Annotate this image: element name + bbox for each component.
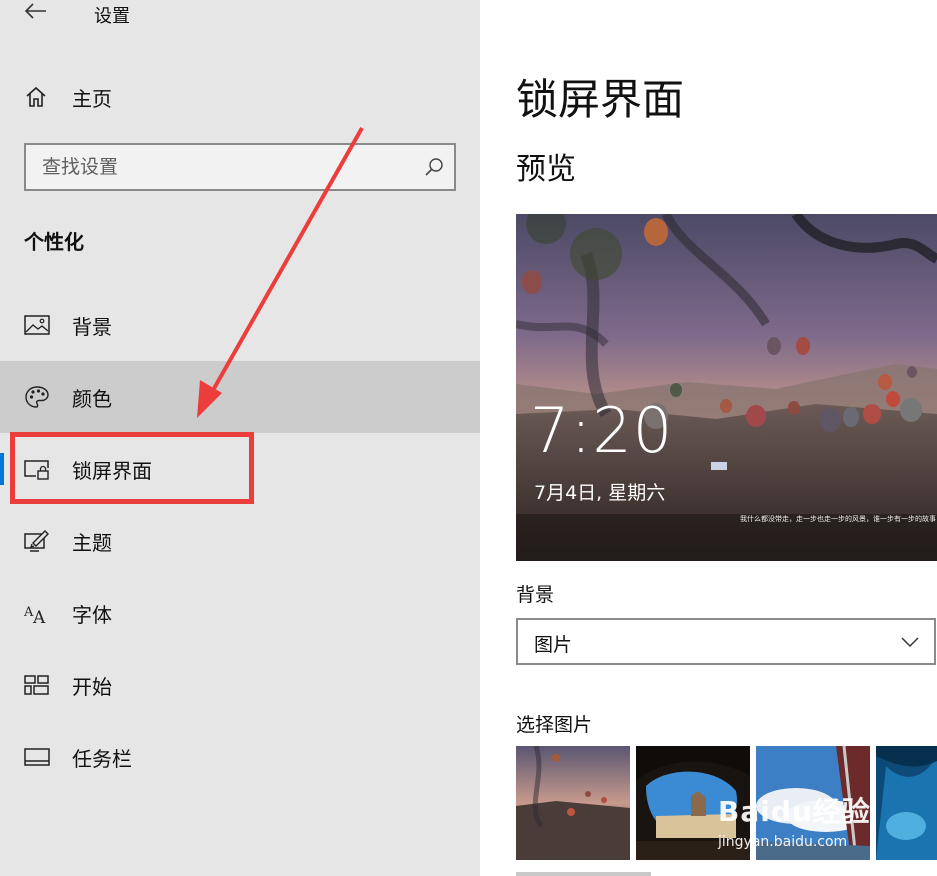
lock-screen-icon: [24, 460, 49, 480]
thumbnail-selection-underline: [516, 872, 651, 876]
svg-text:A: A: [32, 608, 46, 625]
page-title: 锁屏界面: [516, 75, 685, 124]
preview-background-image: [516, 214, 937, 561]
start-icon: [24, 675, 49, 695]
watermark-url: jingyan.baidu.com: [718, 834, 848, 850]
nav-label-themes: 主题: [72, 530, 112, 555]
lock-screen-caption: 我什么都没带走，走一步也走一步的风景，谁一步有一步的故事: [740, 515, 936, 523]
back-arrow-icon: [25, 3, 46, 19]
nav-item-lock-screen[interactable]: 锁屏界面: [0, 433, 480, 505]
theme-icon: [24, 530, 49, 552]
nav-item-colors[interactable]: 颜色: [0, 361, 480, 433]
watermark-brand: Baidu经验: [718, 795, 871, 828]
home-label: 主页: [72, 86, 112, 111]
lock-screen-date: 7月4日, 星期六: [534, 482, 666, 504]
nav-item-fonts[interactable]: A A 字体: [0, 577, 480, 649]
back-button[interactable]: [24, 0, 48, 22]
nav-item-taskbar[interactable]: 任务栏: [0, 721, 480, 793]
search-input[interactable]: [26, 145, 454, 189]
choose-picture-label: 选择图片: [516, 714, 593, 736]
nav-label-fonts: 字体: [72, 602, 112, 627]
preview-heading: 预览: [516, 152, 576, 187]
thumbnail-balloons[interactable]: [516, 746, 630, 860]
nav-item-themes[interactable]: 主题: [0, 505, 480, 577]
sidebar: 设置 主页 个性化 背景 颜色: [0, 0, 480, 876]
background-dropdown[interactable]: 图片: [516, 618, 936, 665]
selection-indicator: [0, 453, 4, 485]
font-icon: A A: [24, 605, 46, 625]
nav-label-taskbar: 任务栏: [72, 746, 132, 771]
lock-screen-time: 7:20: [530, 394, 674, 467]
app-title: 设置: [94, 6, 130, 27]
nav-label-background: 背景: [72, 314, 112, 339]
nav-item-start[interactable]: 开始: [0, 649, 480, 721]
nav-label-colors: 颜色: [72, 386, 112, 411]
palette-icon: [25, 386, 49, 408]
thumbnail-ice-cave[interactable]: [876, 746, 937, 860]
title-bar: 设置: [0, 0, 480, 28]
picture-icon: [24, 315, 50, 335]
chevron-down-icon: [901, 637, 919, 648]
search-box[interactable]: [24, 143, 456, 191]
nav-item-background[interactable]: 背景: [0, 289, 480, 361]
nav-label-start: 开始: [72, 674, 112, 699]
section-title: 个性化: [24, 230, 84, 254]
lock-screen-preview: 7:20 7月4日, 星期六 我什么都没带走，走一步也走一步的风景，谁一步有一步…: [516, 214, 937, 561]
home-link[interactable]: 主页: [24, 82, 112, 112]
search-icon[interactable]: [424, 157, 444, 177]
main-panel: 锁屏界面 预览 7:20 7月4日, 星期六 我什么都没带走，走一步也走一步的风…: [480, 0, 937, 876]
baidu-watermark: Baidu经验 jingyan.baidu.com: [718, 790, 871, 850]
home-icon: [26, 86, 46, 107]
nav-label-lock-screen: 锁屏界面: [72, 458, 152, 483]
taskbar-icon: [24, 748, 50, 766]
background-label: 背景: [516, 584, 555, 606]
background-dropdown-value: 图片: [534, 634, 573, 656]
